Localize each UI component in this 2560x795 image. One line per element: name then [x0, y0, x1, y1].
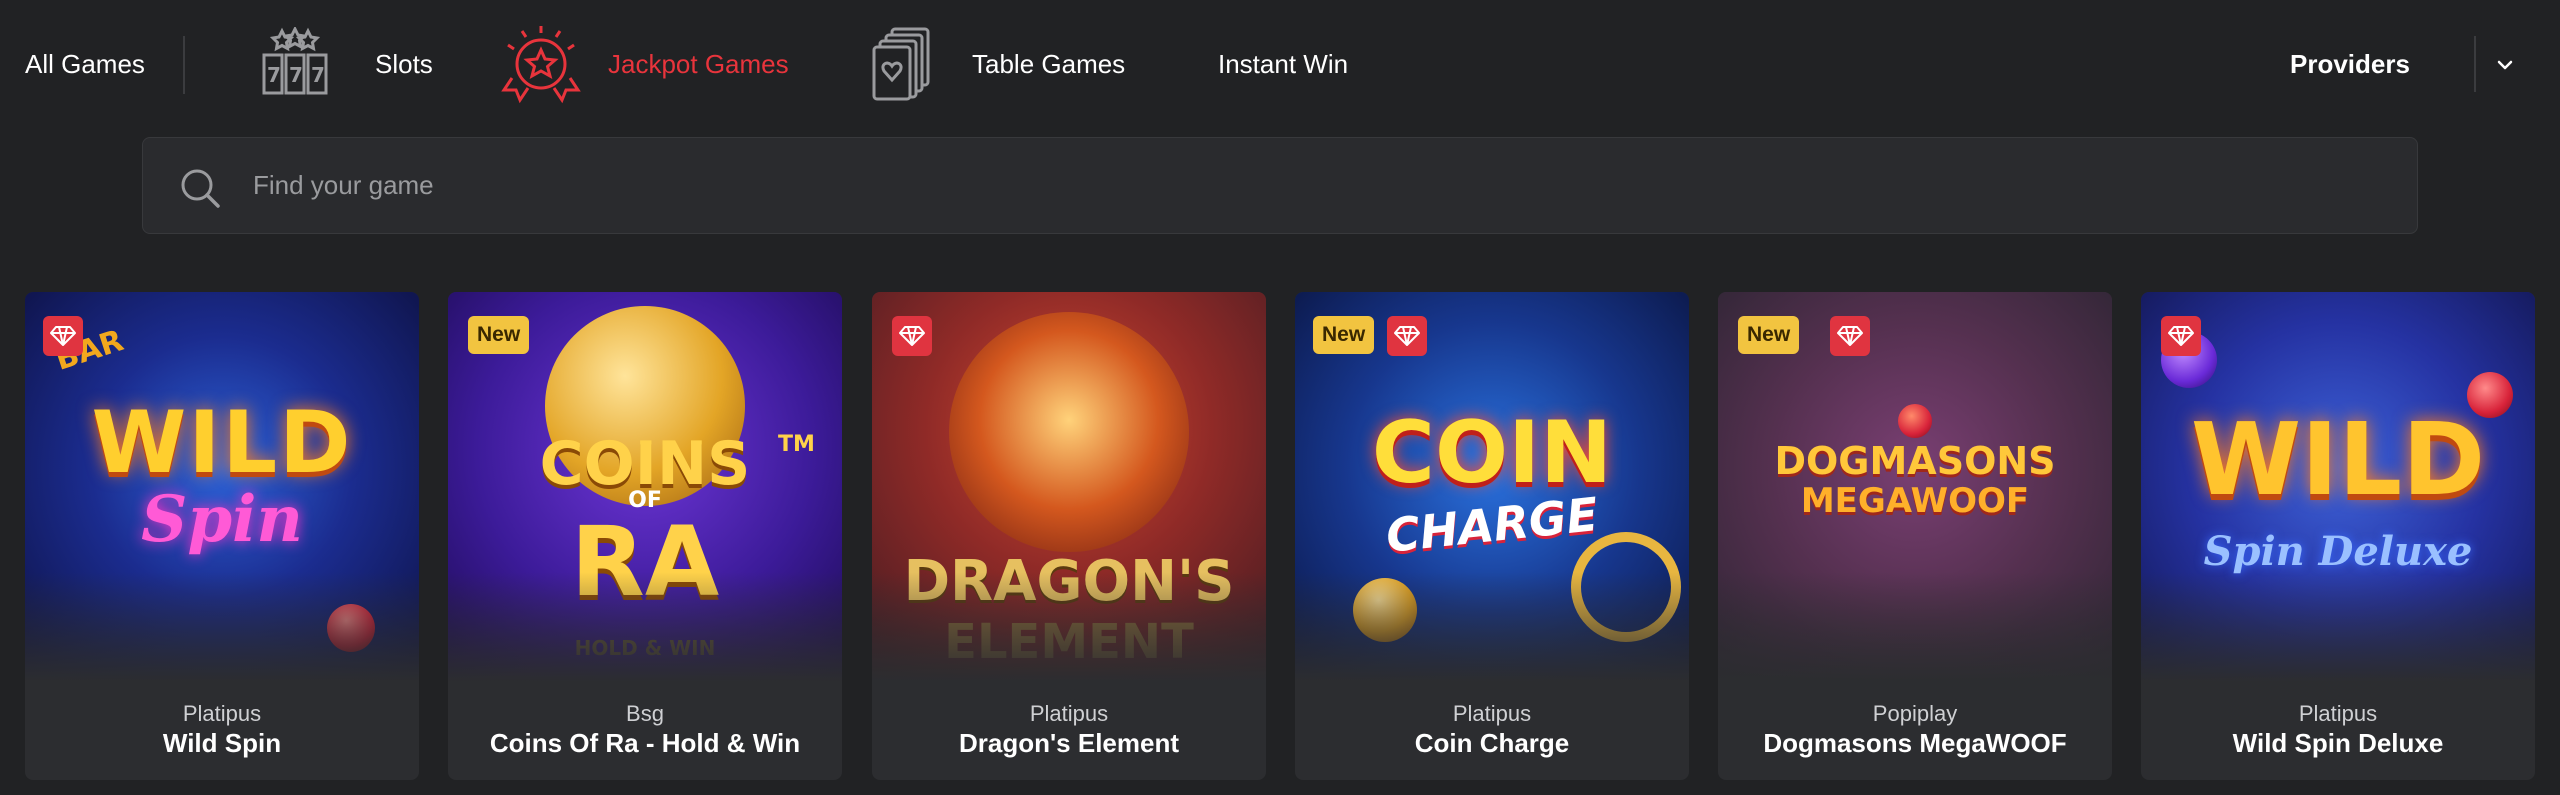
game-card-wild-spin-deluxe[interactable]: WILD Spin Deluxe Platipus Wild Spin Delu…	[2141, 292, 2535, 780]
game-title: Dogmasons MegaWOOF	[1763, 728, 2067, 758]
diamond-icon	[899, 326, 925, 346]
game-provider: Platipus	[1029, 701, 1109, 726]
art-title-text: DOGMASONS	[1774, 439, 2056, 483]
svg-text:7: 7	[267, 63, 281, 87]
jackpot-badge	[1387, 316, 1427, 356]
nav-divider	[183, 36, 185, 94]
game-provider: Popiplay	[1872, 701, 1958, 726]
diamond-icon	[1394, 326, 1420, 346]
game-card-coins-of-ra[interactable]: COINS TM OF RA HOLD & WIN New Bsg Coins …	[448, 292, 842, 780]
nav-all-games[interactable]: All Games	[25, 0, 145, 128]
game-title: Coin Charge	[1414, 728, 1570, 758]
art-title-text: WILD	[2190, 401, 2486, 518]
jackpot-badge	[892, 316, 932, 356]
game-provider: Platipus	[1452, 701, 1532, 726]
slot-machine-icon: 777	[262, 27, 328, 95]
art-subtitle-text: RA	[570, 506, 720, 618]
diamond-icon	[2168, 326, 2194, 346]
jackpot-star-icon	[501, 26, 581, 104]
game-provider: Bsg	[626, 701, 664, 726]
search-input[interactable]	[253, 138, 2353, 233]
game-provider: Platipus	[2298, 701, 2378, 726]
nav-table-games-label: Table Games	[972, 48, 1126, 79]
game-card-dogmasons-megawoof[interactable]: DOGMASONS MEGAWOOF New Popiplay Dogmason…	[1718, 292, 2112, 780]
art-decoration	[1353, 578, 1417, 642]
game-title: Coins Of Ra - Hold & Win	[489, 728, 801, 758]
category-nav: All Games 777 Slots Jackpot Games Table …	[0, 0, 2560, 128]
art-subtitle-text: Spin Deluxe	[2203, 528, 2473, 575]
art-decoration	[1898, 404, 1932, 438]
art-decoration	[1571, 532, 1681, 642]
art-subtitle-text: ELEMENT	[944, 614, 1194, 670]
jackpot-badge	[43, 316, 83, 356]
svg-text:7: 7	[311, 63, 325, 87]
game-title: Dragon's Element	[958, 728, 1179, 758]
providers-divider	[2474, 36, 2476, 92]
art-tagline-text: HOLD & WIN	[574, 636, 716, 660]
search-icon	[181, 169, 220, 208]
art-title-text: COIN	[1371, 403, 1613, 503]
art-decoration	[949, 312, 1189, 552]
game-card-coin-charge[interactable]: COIN CHARGE New Platipus Coin Charge	[1295, 292, 1689, 780]
game-artwork: BAR WILD Spin	[25, 292, 419, 682]
nav-slots[interactable]: 777 Slots	[258, 0, 433, 128]
game-card-dragons-element[interactable]: DRAGON'S ELEMENT Platipus Dragon's Eleme…	[872, 292, 1266, 780]
providers-button[interactable]: Providers	[2290, 0, 2410, 128]
providers-label: Providers	[2290, 48, 2410, 79]
nav-slots-label: Slots	[375, 48, 433, 79]
art-decoration	[327, 604, 375, 652]
game-card-wild-spin[interactable]: BAR WILD Spin Platipus Wild Spin	[25, 292, 419, 780]
art-subtitle-text: MEGAWOOF	[1800, 481, 2030, 521]
nav-table-games[interactable]: Table Games	[870, 0, 1125, 128]
chevron-down-icon[interactable]	[2490, 50, 2520, 80]
game-provider: Platipus	[182, 701, 262, 726]
jackpot-badge	[1830, 316, 1870, 356]
game-title: Wild Spin	[162, 728, 282, 758]
art-title-text: DRAGON'S	[903, 549, 1235, 614]
search-bar	[142, 137, 2418, 234]
nav-all-games-label: All Games	[25, 48, 145, 79]
nav-jackpot-games-label: Jackpot Games	[608, 48, 789, 79]
jackpot-badge	[2161, 316, 2201, 356]
nav-instant-win-label: Instant Win	[1218, 48, 1349, 79]
game-title: Wild Spin Deluxe	[2232, 728, 2444, 758]
art-tm-text: TM	[778, 432, 815, 457]
new-badge: New	[468, 316, 530, 354]
diamond-icon	[1837, 326, 1863, 346]
playing-cards-icon	[872, 27, 930, 101]
diamond-icon	[50, 326, 76, 346]
new-badge: New	[1313, 316, 1375, 354]
art-title-text: WILD	[91, 393, 353, 493]
nav-jackpot-games[interactable]: Jackpot Games	[500, 0, 789, 128]
nav-instant-win[interactable]: Instant Win	[1218, 0, 1348, 128]
art-subtitle-text: Spin	[141, 482, 303, 557]
svg-text:7: 7	[289, 63, 303, 87]
new-badge: New	[1738, 316, 1800, 354]
